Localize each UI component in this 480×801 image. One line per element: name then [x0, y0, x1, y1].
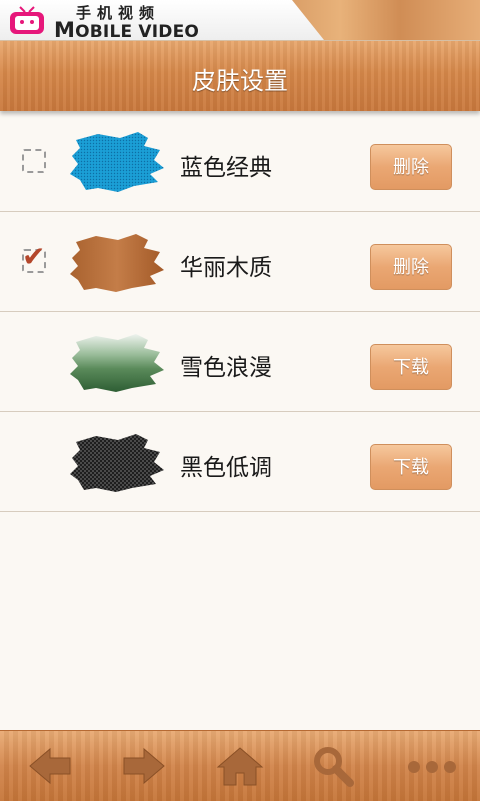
wood-tab-decoration — [292, 0, 480, 40]
skin-row-wood: ✔ 华丽木质 删除 — [0, 212, 480, 312]
skin-row-blue-classic: 蓝色经典 删除 — [0, 112, 480, 212]
skin-checkbox[interactable] — [22, 149, 46, 173]
more-icon[interactable] — [402, 743, 458, 789]
skin-name: 蓝色经典 — [180, 155, 272, 181]
download-button[interactable]: 下载 — [370, 444, 452, 490]
wood-skin-thumbnail-icon — [70, 234, 164, 292]
black-skin-thumbnail-icon — [70, 434, 164, 492]
skin-list: 蓝色经典 删除 ✔ 华丽木质 删除 雪色浪漫 下载 黑色低调 下载 — [0, 112, 480, 512]
skin-checkbox[interactable]: ✔ — [22, 243, 46, 273]
forward-arrow-icon[interactable] — [116, 743, 172, 789]
delete-button[interactable]: 删除 — [370, 244, 452, 290]
green-skin-thumbnail-icon — [70, 334, 164, 392]
skin-name: 华丽木质 — [180, 255, 272, 281]
checkmark-icon: ✔ — [22, 240, 46, 273]
skin-name: 黑色低调 — [180, 455, 272, 481]
title-bar: 皮肤设置 — [0, 41, 480, 111]
blue-skin-thumbnail-icon — [70, 132, 164, 192]
skin-row-snow-romance: 雪色浪漫 下载 — [0, 312, 480, 412]
skin-row-black-lowkey: 黑色低调 下载 — [0, 412, 480, 512]
home-icon[interactable] — [212, 743, 268, 789]
tv-logo-icon — [8, 6, 46, 36]
page-title: 皮肤设置 — [192, 67, 288, 95]
delete-button[interactable]: 删除 — [370, 144, 452, 190]
download-button[interactable]: 下载 — [370, 344, 452, 390]
search-icon[interactable] — [306, 743, 362, 789]
logo-english-text: MOBILE VIDEO — [54, 18, 200, 42]
skin-name: 雪色浪漫 — [180, 355, 272, 381]
app-logo-bar: 手机视频 MOBILE VIDEO — [0, 0, 480, 42]
back-arrow-icon[interactable] — [22, 743, 78, 789]
bottom-toolbar — [0, 730, 480, 801]
